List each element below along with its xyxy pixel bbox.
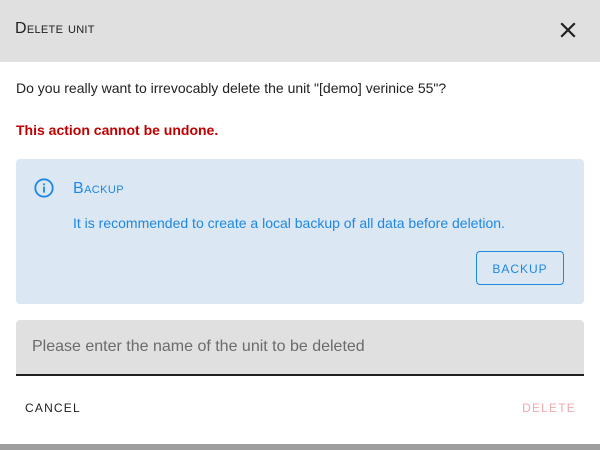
backup-title: Backup: [73, 180, 124, 197]
delete-button[interactable]: DELETE: [514, 390, 584, 426]
close-button[interactable]: [556, 18, 580, 42]
dialog-title: Delete unit: [15, 20, 95, 37]
unit-name-field: [16, 320, 584, 376]
close-icon: [560, 22, 576, 38]
backup-button[interactable]: BACKUP: [476, 251, 564, 285]
delete-unit-dialog: Delete unit Do you really want to irrevo…: [0, 0, 600, 444]
irreversible-warning: This action cannot be undone.: [16, 122, 219, 138]
backup-info-box: Backup It is recommended to create a loc…: [16, 159, 584, 304]
dialog-header: Delete unit: [0, 0, 600, 62]
info-circle-icon: [34, 178, 54, 198]
delete-question: Do you really want to irrevocably delete…: [16, 80, 447, 96]
dialog-actions: CANCEL DELETE: [0, 390, 600, 430]
cancel-button[interactable]: CANCEL: [16, 390, 90, 426]
backup-recommendation: It is recommended to create a local back…: [73, 215, 505, 231]
unit-name-input[interactable]: [16, 320, 584, 374]
